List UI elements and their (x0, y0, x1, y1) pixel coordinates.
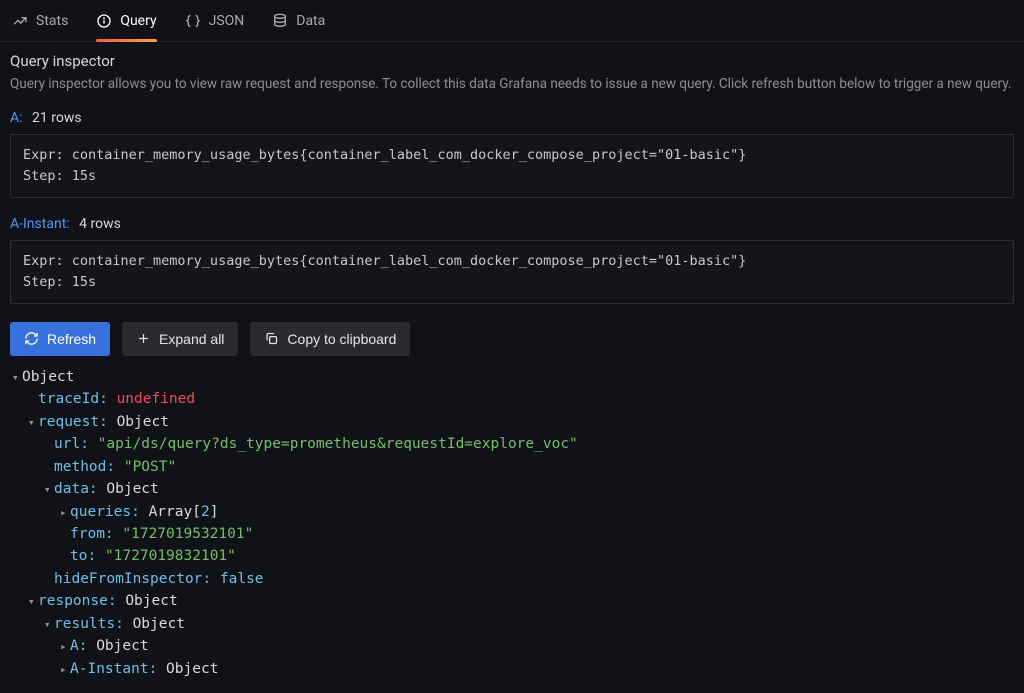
query-a-expr: Expr: container_memory_usage_bytes{conta… (23, 147, 746, 163)
page-desc: Query inspector allows you to view raw r… (10, 76, 1014, 92)
tree-response[interactable]: ▾response: Object (12, 590, 1014, 612)
tab-stats-label: Stats (36, 13, 68, 29)
tree-url[interactable]: url: "api/ds/query?ds_type=prometheus&re… (12, 433, 1014, 455)
query-a-step: Step: 15s (23, 168, 96, 184)
query-ainstant-name: A-Instant: (10, 216, 70, 232)
tab-data[interactable]: Data (272, 0, 325, 41)
tree-request[interactable]: ▾request: Object (12, 411, 1014, 433)
tree-results[interactable]: ▾results: Object (12, 613, 1014, 635)
copy-button[interactable]: Copy to clipboard (250, 322, 410, 356)
json-tree: ▾Object traceId: undefined ▾request: Obj… (10, 366, 1014, 681)
tree-data[interactable]: ▾data: Object (12, 478, 1014, 500)
refresh-label: Refresh (47, 331, 96, 347)
tab-data-label: Data (296, 13, 325, 29)
tab-stats[interactable]: Stats (12, 0, 68, 41)
tree-to[interactable]: to: "1727019832101" (12, 545, 1014, 567)
database-icon (272, 13, 288, 29)
expand-all-button[interactable]: Expand all (122, 322, 238, 356)
refresh-icon (24, 331, 39, 346)
plus-icon (136, 331, 151, 346)
inspector-tabs: Stats Query JSON Data (0, 0, 1024, 42)
query-ainstant-expr: Expr: container_memory_usage_bytes{conta… (23, 253, 746, 269)
action-buttons: Refresh Expand all Copy to clipboard (10, 322, 1014, 356)
query-a-rows: 21 rows (32, 110, 82, 126)
tree-hidefrominspector[interactable]: hideFromInspector: false (12, 568, 1014, 590)
tab-query[interactable]: Query (96, 0, 156, 41)
tab-json-label: JSON (209, 13, 245, 29)
page-title: Query inspector (10, 52, 1014, 70)
query-a-header: A: 21 rows (10, 110, 1014, 126)
tab-json[interactable]: JSON (185, 0, 245, 41)
tree-results-ainstant[interactable]: ▸A-Instant: Object (12, 658, 1014, 680)
query-ainstant-step: Step: 15s (23, 274, 96, 290)
stats-icon (12, 13, 28, 29)
tree-method[interactable]: method: "POST" (12, 456, 1014, 478)
expand-label: Expand all (159, 331, 224, 347)
query-a-name: A: (10, 110, 23, 126)
query-a-code: Expr: container_memory_usage_bytes{conta… (10, 134, 1014, 198)
info-icon (96, 13, 112, 29)
inspector-body: Query inspector Query inspector allows y… (0, 42, 1024, 680)
copy-label: Copy to clipboard (287, 331, 396, 347)
tree-queries[interactable]: ▸queries: Array[2] (12, 501, 1014, 523)
copy-icon (264, 331, 279, 346)
tree-traceid[interactable]: traceId: undefined (12, 388, 1014, 410)
query-ainstant-header: A-Instant: 4 rows (10, 216, 1014, 232)
braces-icon (185, 13, 201, 29)
tree-from[interactable]: from: "1727019532101" (12, 523, 1014, 545)
refresh-button[interactable]: Refresh (10, 322, 110, 356)
tree-root[interactable]: ▾Object (12, 366, 1014, 388)
query-ainstant-code: Expr: container_memory_usage_bytes{conta… (10, 240, 1014, 304)
tab-query-label: Query (120, 13, 156, 29)
tree-results-a[interactable]: ▸A: Object (12, 635, 1014, 657)
query-ainstant-rows: 4 rows (79, 216, 121, 232)
